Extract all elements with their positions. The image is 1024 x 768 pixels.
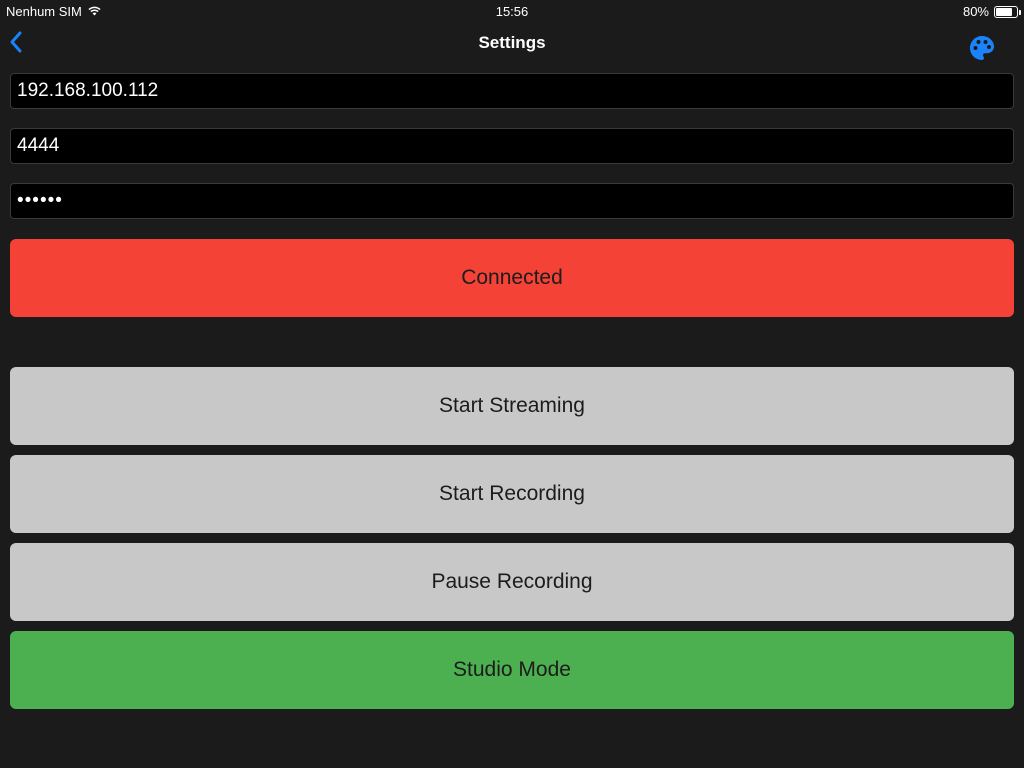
theme-button[interactable] (968, 34, 996, 62)
battery-fill (996, 7, 1012, 16)
password-input[interactable] (10, 183, 1014, 219)
pause-recording-button[interactable]: Pause Recording (10, 543, 1014, 621)
navigation-bar: Settings (0, 22, 1024, 64)
status-bar: Nenhum SIM 15:56 80% (0, 0, 1024, 22)
connect-button[interactable]: Connected (10, 239, 1014, 317)
palette-icon (970, 36, 994, 60)
host-input[interactable] (10, 73, 1014, 109)
start-recording-button[interactable]: Start Recording (10, 455, 1014, 533)
battery-percentage: 80% (962, 4, 989, 19)
status-time: 15:56 (495, 4, 529, 19)
port-input[interactable] (10, 128, 1014, 164)
battery-status: 80% (962, 4, 1021, 19)
studio-mode-button[interactable]: Studio Mode (10, 631, 1014, 709)
start-streaming-button[interactable]: Start Streaming (10, 367, 1014, 445)
page-title: Settings (478, 33, 546, 52)
battery-icon (994, 5, 1021, 18)
